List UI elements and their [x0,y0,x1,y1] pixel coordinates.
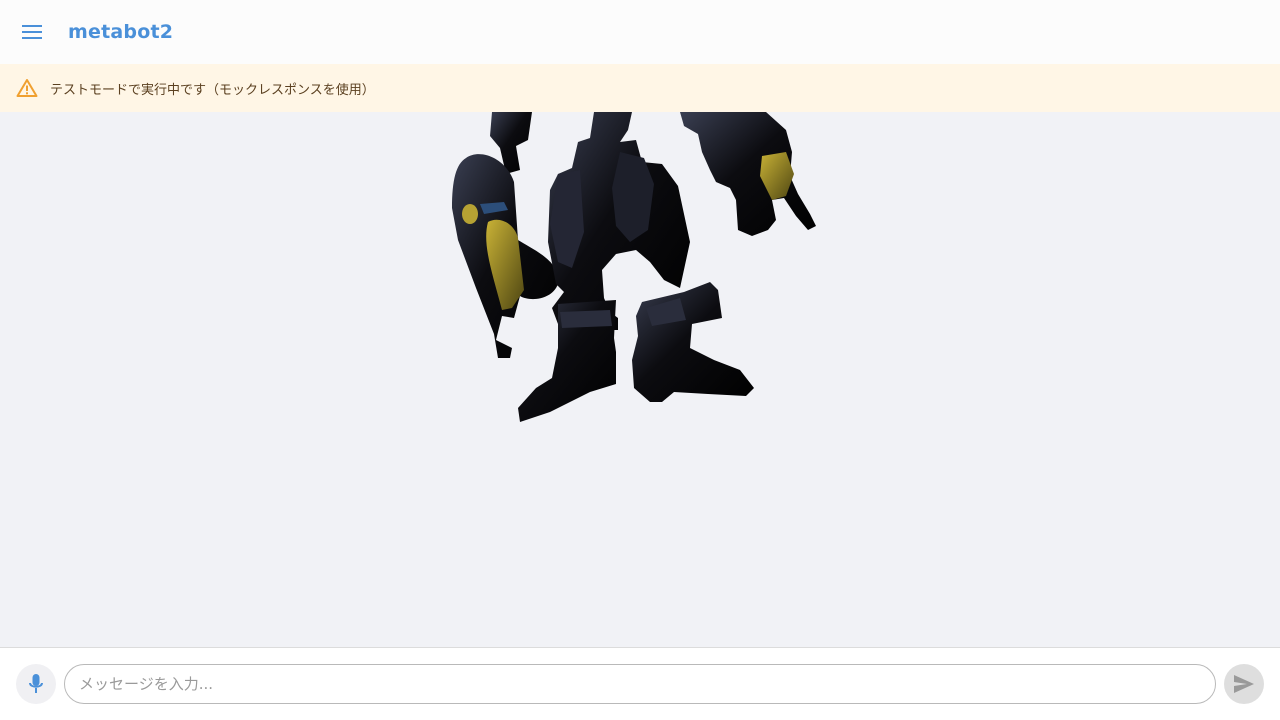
app-root: metabot2 テストモードで実行中です（モックレスポンスを使用） [0,0,1280,720]
app-title: metabot2 [68,21,174,43]
microphone-icon [29,674,43,693]
banner-message: テストモードで実行中です（モックレスポンスを使用） [50,82,375,98]
message-input[interactable] [64,664,1216,704]
message-composer [0,647,1280,720]
hamburger-menu-icon [22,25,42,39]
send-icon [1234,675,1254,693]
robot-avatar [452,112,816,422]
top-app-bar: metabot2 [0,0,1280,64]
menu-button[interactable] [10,10,54,54]
send-button[interactable] [1224,664,1264,704]
test-mode-banner: テストモードで実行中です（モックレスポンスを使用） [0,64,1280,112]
voice-input-button[interactable] [16,664,56,704]
avatar-3d-viewport[interactable] [0,112,1280,647]
warning-icon [16,77,38,99]
